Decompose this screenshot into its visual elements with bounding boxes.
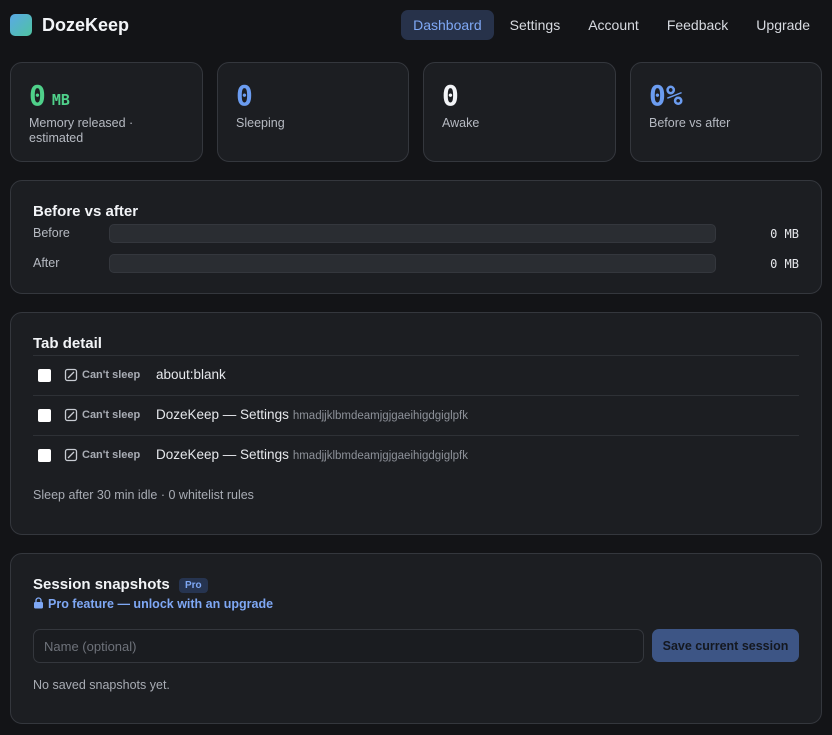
lock-icon <box>34 597 43 609</box>
tab-row: Can't sleep about:blank <box>33 356 799 396</box>
slash-circle-icon <box>64 368 78 382</box>
before-value: 0 MB <box>770 227 799 241</box>
snapshots-empty-text: No saved snapshots yet. <box>33 678 170 692</box>
app-header: DozeKeep Dashboard Settings Account Feed… <box>0 0 832 50</box>
stat-card-sleeping: 0 Sleeping <box>217 62 409 162</box>
tab-subtitle: hmadjjklbmdeamjgjgaeihigdgiglpfk <box>292 450 468 462</box>
app-logo-icon <box>10 14 32 36</box>
tab-title-text: about:blank <box>156 367 226 382</box>
stat-value-awake: 0 <box>442 79 459 112</box>
stat-value-memory: 0 MB <box>29 79 70 117</box>
tab-row: Can't sleep DozeKeep — Settings hmadjjklb… <box>33 436 799 476</box>
pro-link-text: Pro feature — unlock with an upgrade <box>48 597 274 611</box>
slash-circle-icon <box>64 448 78 462</box>
cant-sleep-badge: Can't sleep <box>82 449 141 461</box>
stat-card-awake: 0 Awake <box>423 62 616 162</box>
tab-checkbox[interactable] <box>38 409 51 422</box>
after-bar <box>109 254 716 273</box>
nav-feedback[interactable]: Feedback <box>655 10 740 40</box>
tab-subtitle: hmadjjklbmdeamjgjgaeihigdgiglpfk <box>292 410 468 422</box>
tab-checkbox[interactable] <box>38 449 51 462</box>
slash-circle-icon <box>64 408 78 422</box>
cant-sleep-badge: Can't sleep <box>82 369 141 381</box>
after-label: After <box>33 256 60 270</box>
before-label: Before <box>33 226 70 240</box>
tab-title: DozeKeep — Settings hmadjjklbmdeamjgjgaei… <box>156 407 468 422</box>
stat-value-sleeping: 0 <box>236 79 253 112</box>
before-after-panel: Before vs after Before 0 MB After 0 MB <box>10 180 822 294</box>
sleep-settings-summary: Sleep after 30 min idle · 0 whitelist ru… <box>33 488 254 502</box>
snapshots-title: Session snapshots <box>33 576 170 593</box>
nav-upgrade[interactable]: Upgrade <box>744 10 822 40</box>
tab-title: about:blank <box>156 367 230 382</box>
tab-title: DozeKeep — Settings hmadjjklbmdeamjgjgaei… <box>156 447 468 462</box>
pro-upgrade-link[interactable]: Pro feature — unlock with an upgrade <box>33 597 273 611</box>
tab-detail-panel: Tab detail Can't sleep about:blank Can't… <box>10 312 822 535</box>
stat-label-ratio: Before vs after <box>649 116 731 130</box>
tab-title-text: DozeKeep — Settings <box>156 407 289 422</box>
nav-dashboard[interactable]: Dashboard <box>401 10 494 40</box>
save-session-button[interactable]: Save current session <box>652 629 799 662</box>
app-title: DozeKeep <box>42 15 130 35</box>
main-nav: Dashboard Settings Account Feedback Upgr… <box>401 10 822 40</box>
tab-checkbox[interactable] <box>38 369 51 382</box>
stat-value-ratio: 0% <box>649 79 683 112</box>
stat-card-memory: 0 MB Memory released · estimated <box>10 62 203 162</box>
stat-card-ratio: 0% Before vs after <box>630 62 822 162</box>
after-value: 0 MB <box>770 257 799 271</box>
stat-memory-unit: MB <box>51 91 70 109</box>
nav-account[interactable]: Account <box>576 10 651 40</box>
before-bar <box>109 224 716 243</box>
session-snapshots-panel: Session snapshots Pro Pro feature — unlo… <box>10 553 822 724</box>
tab-title-text: DozeKeep — Settings <box>156 447 289 462</box>
stat-memory-number: 0 <box>29 79 46 112</box>
pro-badge: Pro <box>179 578 208 593</box>
before-after-title: Before vs after <box>33 203 139 220</box>
stat-label-sleeping: Sleeping <box>236 116 285 130</box>
cant-sleep-badge: Can't sleep <box>82 409 141 421</box>
stat-label-awake: Awake <box>442 116 480 130</box>
tab-detail-title: Tab detail <box>33 335 102 352</box>
snapshot-name-input[interactable] <box>33 629 644 663</box>
tab-row: Can't sleep DozeKeep — Settings hmadjjklb… <box>33 396 799 436</box>
nav-settings[interactable]: Settings <box>498 10 573 40</box>
stat-label-memory: Memory released · estimated <box>29 116 134 145</box>
